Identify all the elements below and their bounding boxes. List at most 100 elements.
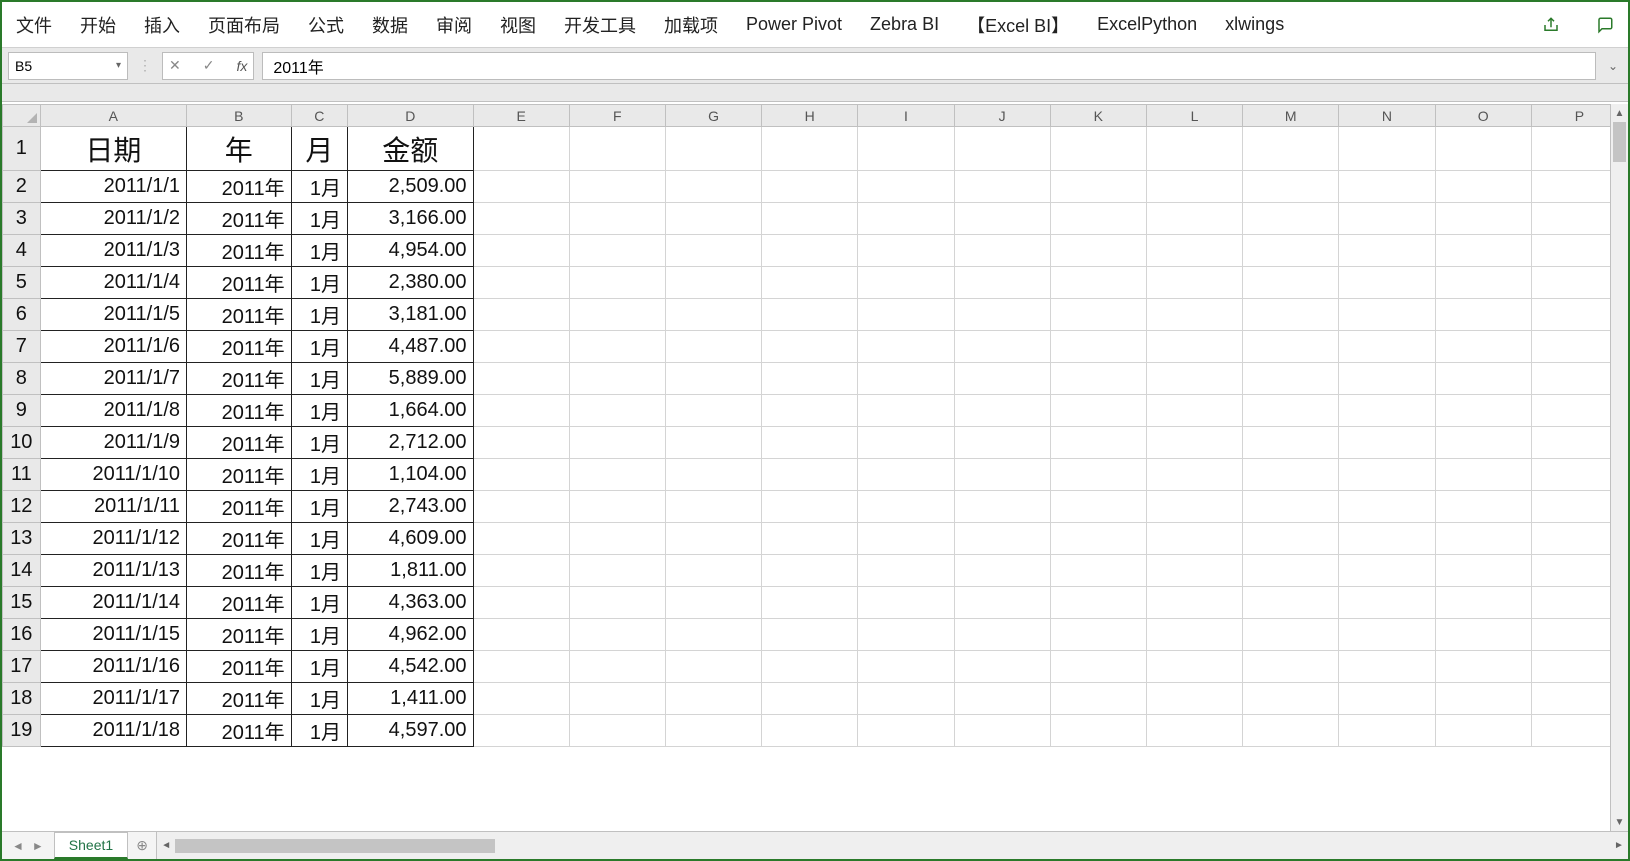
cell-G4[interactable] bbox=[665, 235, 761, 267]
column-header-M[interactable]: M bbox=[1243, 105, 1339, 127]
row-header-19[interactable]: 19 bbox=[3, 715, 41, 747]
cell-N11[interactable] bbox=[1339, 459, 1435, 491]
cell-K9[interactable] bbox=[1050, 395, 1146, 427]
column-header-G[interactable]: G bbox=[665, 105, 761, 127]
cell-C17[interactable]: 1月 bbox=[291, 651, 347, 683]
cell-E14[interactable] bbox=[473, 555, 569, 587]
cell-N10[interactable] bbox=[1339, 427, 1435, 459]
cell-G8[interactable] bbox=[665, 363, 761, 395]
cell-F5[interactable] bbox=[569, 267, 665, 299]
cell-L1[interactable] bbox=[1146, 127, 1242, 171]
cell-H8[interactable] bbox=[762, 363, 858, 395]
row-header-14[interactable]: 14 bbox=[3, 555, 41, 587]
cell-F17[interactable] bbox=[569, 651, 665, 683]
cell-O15[interactable] bbox=[1435, 587, 1531, 619]
cell-H16[interactable] bbox=[762, 619, 858, 651]
cell-K18[interactable] bbox=[1050, 683, 1146, 715]
cell-K10[interactable] bbox=[1050, 427, 1146, 459]
cell-B18[interactable]: 2011年 bbox=[187, 683, 292, 715]
cell-I4[interactable] bbox=[858, 235, 954, 267]
cell-A5[interactable]: 2011/1/4 bbox=[40, 267, 186, 299]
cell-C12[interactable]: 1月 bbox=[291, 491, 347, 523]
cell-A3[interactable]: 2011/1/2 bbox=[40, 203, 186, 235]
cell-F6[interactable] bbox=[569, 299, 665, 331]
cell-B10[interactable]: 2011年 bbox=[187, 427, 292, 459]
cell-L16[interactable] bbox=[1146, 619, 1242, 651]
cell-D19[interactable]: 4,597.00 bbox=[348, 715, 473, 747]
cell-L17[interactable] bbox=[1146, 651, 1242, 683]
cell-F12[interactable] bbox=[569, 491, 665, 523]
formula-input[interactable]: 2011年 bbox=[262, 52, 1596, 80]
cell-I2[interactable] bbox=[858, 171, 954, 203]
ribbon-tab-pagelayout[interactable]: 页面布局 bbox=[208, 12, 280, 38]
cell-O13[interactable] bbox=[1435, 523, 1531, 555]
column-header-B[interactable]: B bbox=[187, 105, 292, 127]
cell-J14[interactable] bbox=[954, 555, 1050, 587]
cell-L8[interactable] bbox=[1146, 363, 1242, 395]
cell-D9[interactable]: 1,664.00 bbox=[348, 395, 473, 427]
ribbon-tab-review[interactable]: 审阅 bbox=[436, 12, 472, 38]
cell-B4[interactable]: 2011年 bbox=[187, 235, 292, 267]
cell-C9[interactable]: 1月 bbox=[291, 395, 347, 427]
cell-K5[interactable] bbox=[1050, 267, 1146, 299]
cell-J18[interactable] bbox=[954, 683, 1050, 715]
cell-F2[interactable] bbox=[569, 171, 665, 203]
cell-J19[interactable] bbox=[954, 715, 1050, 747]
cell-D5[interactable]: 2,380.00 bbox=[348, 267, 473, 299]
cell-D4[interactable]: 4,954.00 bbox=[348, 235, 473, 267]
cell-J6[interactable] bbox=[954, 299, 1050, 331]
cell-F1[interactable] bbox=[569, 127, 665, 171]
cell-D14[interactable]: 1,811.00 bbox=[348, 555, 473, 587]
ribbon-tab-excelbi[interactable]: 【Excel BI】 bbox=[967, 12, 1069, 38]
row-header-17[interactable]: 17 bbox=[3, 651, 41, 683]
cell-I17[interactable] bbox=[858, 651, 954, 683]
cell-J9[interactable] bbox=[954, 395, 1050, 427]
column-header-H[interactable]: H bbox=[762, 105, 858, 127]
cell-A1[interactable]: 日期 bbox=[40, 127, 186, 171]
cell-N19[interactable] bbox=[1339, 715, 1435, 747]
cell-C14[interactable]: 1月 bbox=[291, 555, 347, 587]
cell-F9[interactable] bbox=[569, 395, 665, 427]
cell-L11[interactable] bbox=[1146, 459, 1242, 491]
cell-E4[interactable] bbox=[473, 235, 569, 267]
cell-G15[interactable] bbox=[665, 587, 761, 619]
cell-A7[interactable]: 2011/1/6 bbox=[40, 331, 186, 363]
cell-A2[interactable]: 2011/1/1 bbox=[40, 171, 186, 203]
cell-N12[interactable] bbox=[1339, 491, 1435, 523]
cell-H14[interactable] bbox=[762, 555, 858, 587]
cell-B6[interactable]: 2011年 bbox=[187, 299, 292, 331]
row-header-13[interactable]: 13 bbox=[3, 523, 41, 555]
ribbon-tab-xlwings[interactable]: xlwings bbox=[1225, 14, 1284, 35]
cell-O16[interactable] bbox=[1435, 619, 1531, 651]
cell-B2[interactable]: 2011年 bbox=[187, 171, 292, 203]
cell-E15[interactable] bbox=[473, 587, 569, 619]
cell-N13[interactable] bbox=[1339, 523, 1435, 555]
ribbon-tab-zebrabi[interactable]: Zebra BI bbox=[870, 14, 939, 35]
ribbon-tab-powerpivot[interactable]: Power Pivot bbox=[746, 14, 842, 35]
cell-F15[interactable] bbox=[569, 587, 665, 619]
row-header-16[interactable]: 16 bbox=[3, 619, 41, 651]
cell-B16[interactable]: 2011年 bbox=[187, 619, 292, 651]
cell-G12[interactable] bbox=[665, 491, 761, 523]
cell-J13[interactable] bbox=[954, 523, 1050, 555]
row-header-8[interactable]: 8 bbox=[3, 363, 41, 395]
cell-J8[interactable] bbox=[954, 363, 1050, 395]
row-header-1[interactable]: 1 bbox=[3, 127, 41, 171]
cell-M15[interactable] bbox=[1243, 587, 1339, 619]
cell-E11[interactable] bbox=[473, 459, 569, 491]
cell-C19[interactable]: 1月 bbox=[291, 715, 347, 747]
cell-I5[interactable] bbox=[858, 267, 954, 299]
cell-D17[interactable]: 4,542.00 bbox=[348, 651, 473, 683]
cell-I14[interactable] bbox=[858, 555, 954, 587]
cell-G18[interactable] bbox=[665, 683, 761, 715]
cell-A17[interactable]: 2011/1/16 bbox=[40, 651, 186, 683]
cell-A4[interactable]: 2011/1/3 bbox=[40, 235, 186, 267]
column-header-J[interactable]: J bbox=[954, 105, 1050, 127]
cell-K12[interactable] bbox=[1050, 491, 1146, 523]
cell-C11[interactable]: 1月 bbox=[291, 459, 347, 491]
cell-O8[interactable] bbox=[1435, 363, 1531, 395]
cell-O6[interactable] bbox=[1435, 299, 1531, 331]
cell-L9[interactable] bbox=[1146, 395, 1242, 427]
row-header-11[interactable]: 11 bbox=[3, 459, 41, 491]
hscroll-track[interactable] bbox=[175, 839, 1610, 853]
